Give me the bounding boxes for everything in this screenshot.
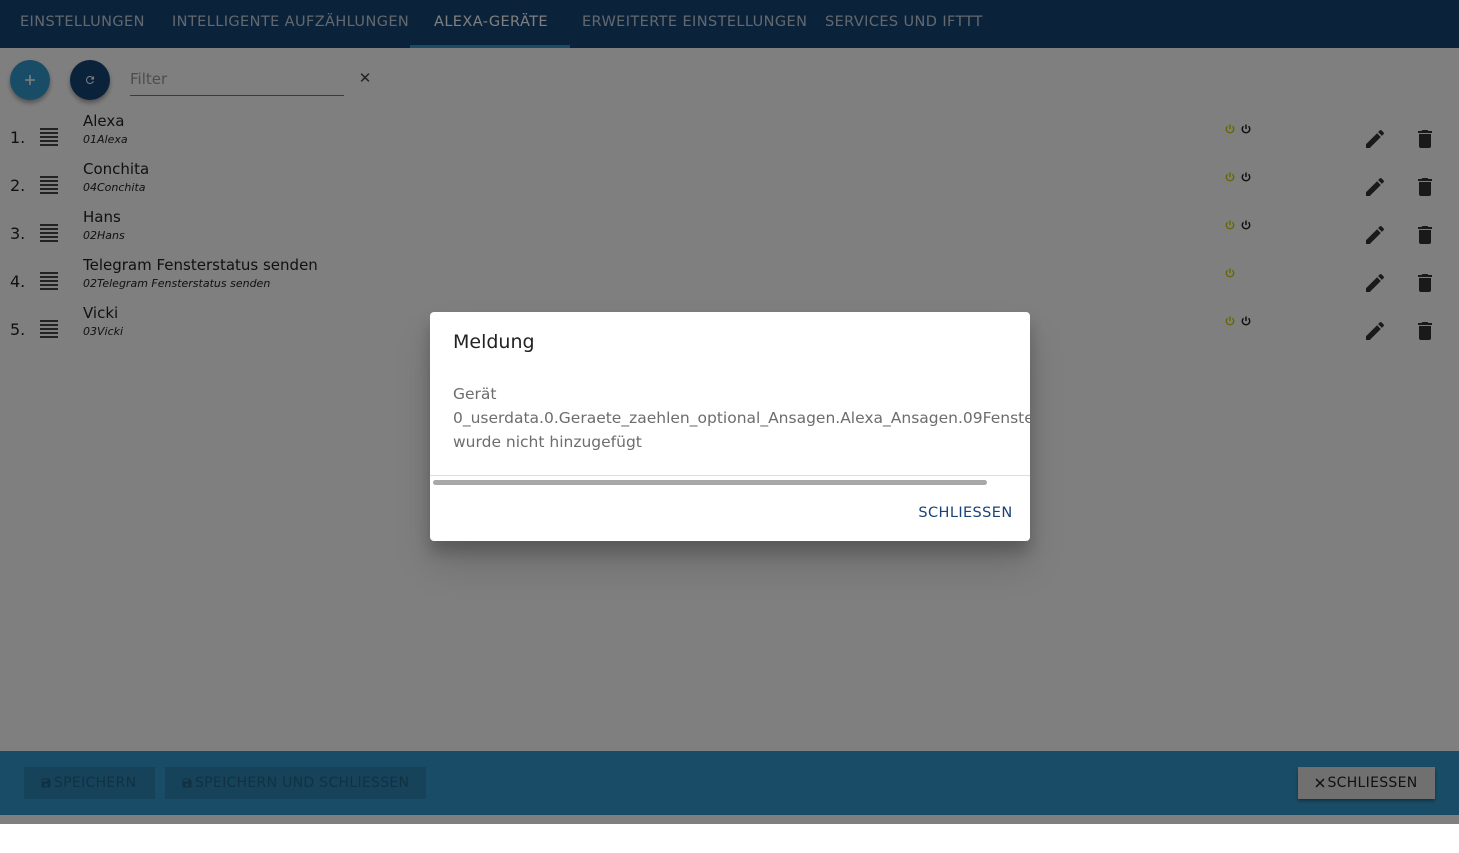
- horizontal-scrollbar[interactable]: [433, 480, 987, 485]
- dialog-content: Gerät 0_userdata.0.Geraete_zaehlen_optio…: [430, 382, 1030, 476]
- dialog-message-line: 0_userdata.0.Geraete_zaehlen_optional_An…: [453, 409, 1030, 427]
- dialog-close-button[interactable]: SCHLIESSEN: [913, 500, 1018, 526]
- dialog-message-line: wurde nicht hinzugefügt: [453, 433, 642, 451]
- dialog-message: Gerät 0_userdata.0.Geraete_zaehlen_optio…: [453, 382, 1030, 454]
- dialog-message-line: Gerät: [453, 385, 497, 403]
- message-dialog: Meldung Gerät 0_userdata.0.Geraete_zaehl…: [430, 312, 1030, 541]
- dialog-title: Meldung: [453, 331, 535, 353]
